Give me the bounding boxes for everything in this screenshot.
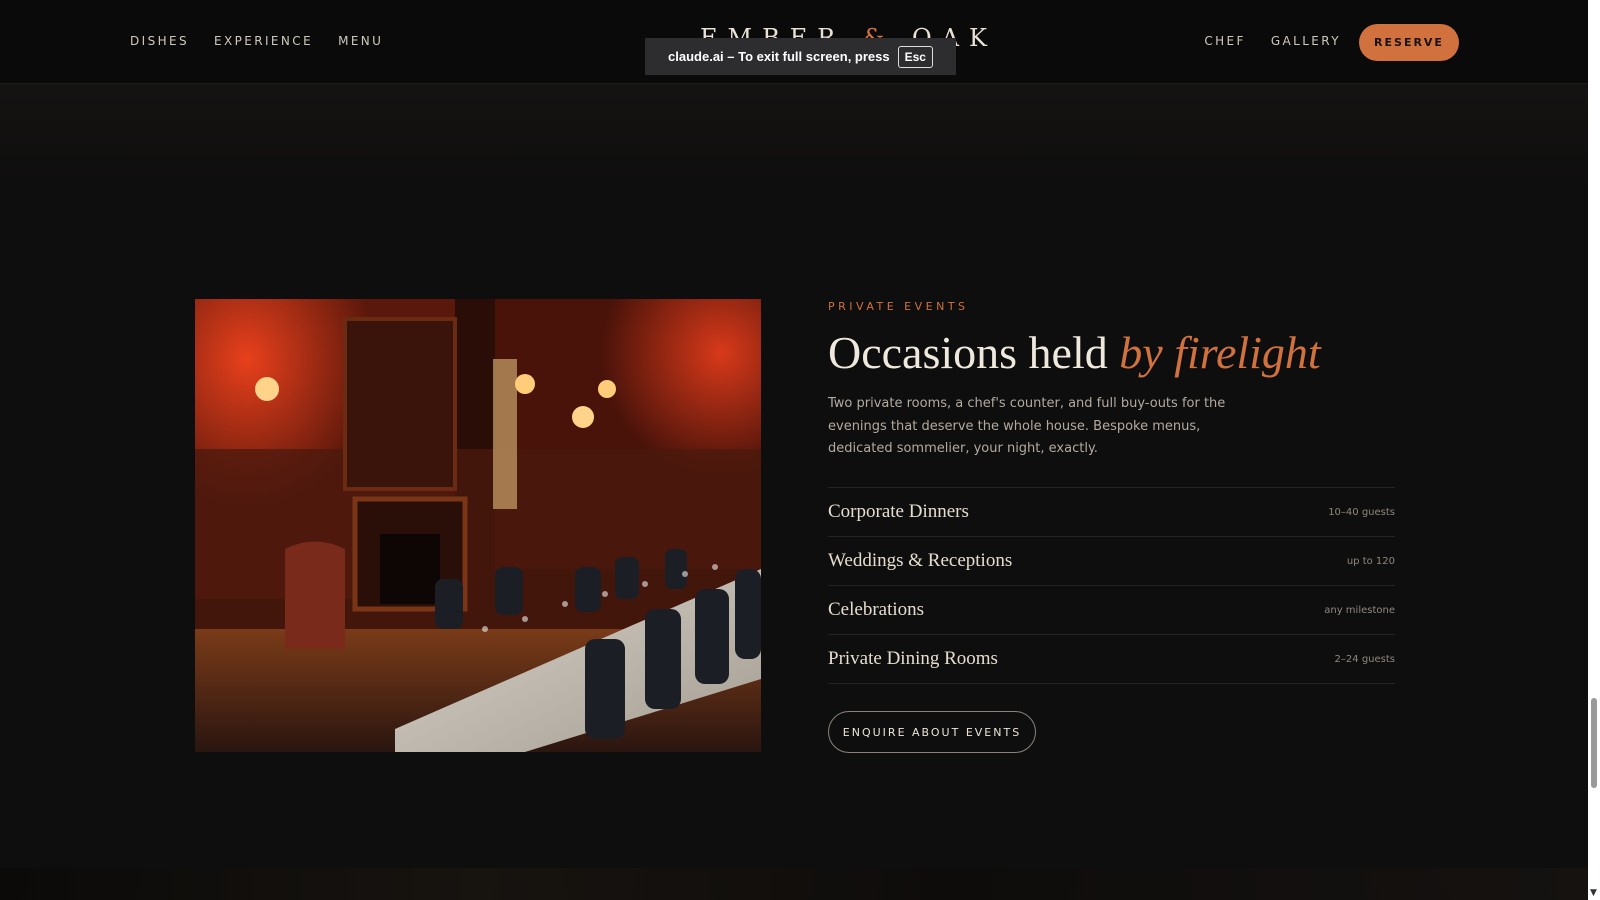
primary-nav-left: DISHES EXPERIENCE MENU xyxy=(130,34,383,48)
event-name: Celebrations xyxy=(828,599,925,620)
event-name: Weddings & Receptions xyxy=(828,550,1013,571)
nav-link-gallery[interactable]: GALLERY xyxy=(1271,34,1341,48)
section-headline: Occasions held by firelight xyxy=(828,326,1321,379)
reserve-button[interactable]: RESERVE xyxy=(1359,24,1459,61)
fullscreen-notice-text: claude.ai – To exit full screen, press xyxy=(668,49,890,64)
scrollbar-thumb[interactable] xyxy=(1591,698,1597,788)
section-eyebrow: PRIVATE EVENTS xyxy=(828,300,969,313)
enquire-events-button[interactable]: ENQUIRE ABOUT EVENTS xyxy=(828,711,1036,753)
nav-link-dishes[interactable]: DISHES xyxy=(130,34,189,48)
page-scrollbar[interactable]: ▼ xyxy=(1588,0,1600,900)
event-capacity: up to 120 xyxy=(1346,555,1395,567)
nav-link-chef[interactable]: CHEF xyxy=(1204,34,1246,48)
list-item: Corporate Dinners 10–40 guests xyxy=(828,487,1395,536)
esc-key-badge: Esc xyxy=(897,45,933,68)
scroll-down-arrow-icon[interactable]: ▼ xyxy=(1590,888,1597,898)
section-divider-band xyxy=(0,84,1588,184)
section-description: Two private rooms, a chef's counter, and… xyxy=(828,396,1226,456)
event-capacity: 2–24 guests xyxy=(1334,653,1395,665)
event-name: Corporate Dinners xyxy=(828,501,969,522)
event-types-list: Corporate Dinners 10–40 guests Weddings … xyxy=(828,487,1395,684)
list-item: Celebrations any milestone xyxy=(828,585,1395,634)
event-capacity: 10–40 guests xyxy=(1328,506,1395,518)
headline-accent: by firelight xyxy=(1119,327,1321,378)
private-dining-room-photo xyxy=(195,299,761,752)
fullscreen-exit-notice: claude.ai – To exit full screen, press E… xyxy=(645,38,956,75)
primary-nav-right: CHEF GALLERY xyxy=(1204,34,1341,48)
next-section-preview xyxy=(0,868,1588,900)
event-name: Private Dining Rooms xyxy=(828,648,998,669)
headline-text: Occasions held xyxy=(828,327,1108,378)
nav-link-menu[interactable]: MENU xyxy=(338,34,383,48)
list-item: Private Dining Rooms 2–24 guests xyxy=(828,634,1395,684)
list-item: Weddings & Receptions up to 120 xyxy=(828,536,1395,585)
event-capacity: any milestone xyxy=(1324,604,1395,616)
nav-link-experience[interactable]: EXPERIENCE xyxy=(214,34,313,48)
